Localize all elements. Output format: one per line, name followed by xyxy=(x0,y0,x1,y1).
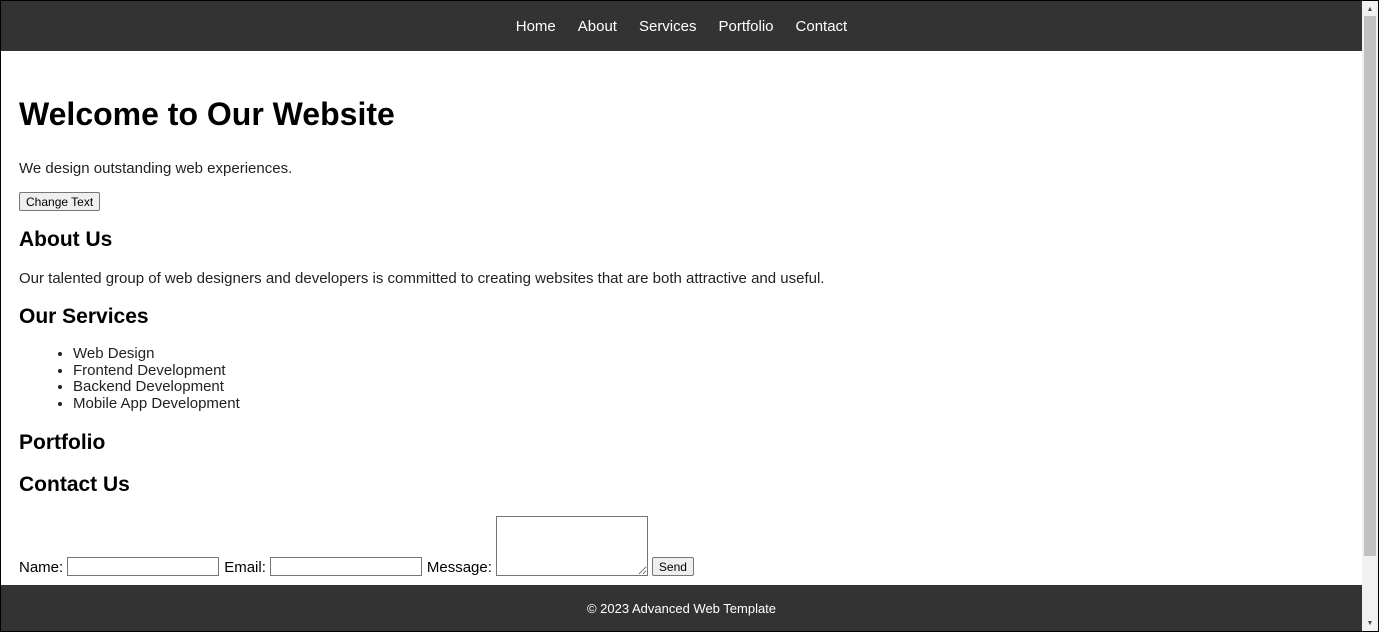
footer-copyright: © 2023 Advanced Web Template xyxy=(586,600,777,616)
nav-link-services[interactable]: Services xyxy=(628,18,708,35)
name-label: Name: xyxy=(19,559,64,576)
scroll-up-arrow-icon[interactable]: ▲ xyxy=(1362,1,1378,17)
email-field[interactable] xyxy=(269,557,422,576)
vertical-scrollbar[interactable]: ▲ ▼ xyxy=(1362,1,1378,631)
about-heading: About Us xyxy=(19,228,113,251)
service-item-frontend: Frontend Development xyxy=(73,362,240,380)
browser-window: Home About Services Portfolio Contact We… xyxy=(0,0,1379,632)
name-field[interactable] xyxy=(67,557,220,576)
page-title: Welcome to Our Website xyxy=(19,96,395,132)
services-heading: Our Services xyxy=(19,305,149,328)
message-label: Message: xyxy=(426,559,492,576)
change-text-button[interactable]: Change Text xyxy=(19,192,101,211)
top-navbar: Home About Services Portfolio Contact xyxy=(1,1,1362,51)
scroll-down-arrow-icon[interactable]: ▼ xyxy=(1362,615,1378,631)
service-item-backend: Backend Development xyxy=(73,378,240,396)
service-item-mobile: Mobile App Development xyxy=(73,395,240,413)
nav-link-about[interactable]: About xyxy=(567,18,628,35)
page-viewport: Home About Services Portfolio Contact We… xyxy=(1,1,1362,631)
contact-form: Name: Email: Message: Send xyxy=(19,516,694,576)
services-list: Web Design Frontend Development Backend … xyxy=(19,345,240,413)
message-textarea[interactable] xyxy=(495,516,648,576)
contact-heading: Contact Us xyxy=(19,473,130,496)
portfolio-heading: Portfolio xyxy=(19,431,106,454)
nav-link-contact[interactable]: Contact xyxy=(785,18,859,35)
email-label: Email: xyxy=(224,559,266,576)
send-button[interactable]: Send xyxy=(651,557,694,576)
hero-tagline: We design outstanding web experiences. xyxy=(19,160,293,177)
page-footer: © 2023 Advanced Web Template xyxy=(1,585,1362,631)
service-item-web-design: Web Design xyxy=(73,345,240,363)
about-text: Our talented group of web designers and … xyxy=(19,270,825,287)
scrollbar-thumb[interactable] xyxy=(1364,16,1376,556)
nav-link-portfolio[interactable]: Portfolio xyxy=(708,18,785,35)
nav-link-home[interactable]: Home xyxy=(505,18,567,35)
